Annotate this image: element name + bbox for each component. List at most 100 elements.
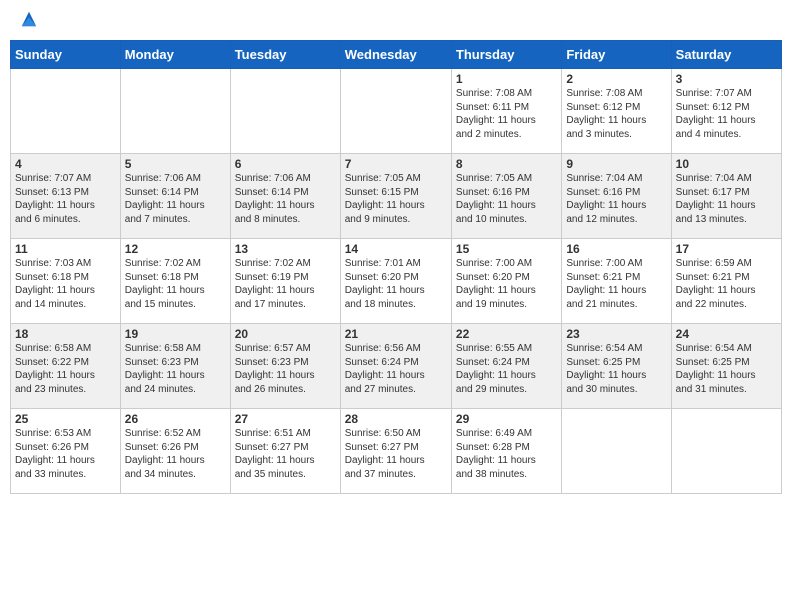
- day-info: Sunrise: 7:02 AM Sunset: 6:19 PM Dayligh…: [235, 257, 336, 311]
- day-number: 26: [125, 412, 226, 426]
- day-number: 17: [676, 242, 777, 256]
- calendar-cell: 14Sunrise: 7:01 AM Sunset: 6:20 PM Dayli…: [340, 239, 451, 324]
- calendar-cell: 16Sunrise: 7:00 AM Sunset: 6:21 PM Dayli…: [562, 239, 671, 324]
- calendar-cell: 23Sunrise: 6:54 AM Sunset: 6:25 PM Dayli…: [562, 324, 671, 409]
- calendar-cell: 28Sunrise: 6:50 AM Sunset: 6:27 PM Dayli…: [340, 409, 451, 494]
- day-info: Sunrise: 7:07 AM Sunset: 6:13 PM Dayligh…: [15, 172, 116, 226]
- week-row-2: 4Sunrise: 7:07 AM Sunset: 6:13 PM Daylig…: [11, 154, 782, 239]
- day-number: 9: [566, 157, 666, 171]
- calendar-cell: 27Sunrise: 6:51 AM Sunset: 6:27 PM Dayli…: [230, 409, 340, 494]
- weekday-header-saturday: Saturday: [671, 41, 781, 69]
- day-info: Sunrise: 6:53 AM Sunset: 6:26 PM Dayligh…: [15, 427, 116, 481]
- calendar-cell: 9Sunrise: 7:04 AM Sunset: 6:16 PM Daylig…: [562, 154, 671, 239]
- calendar-cell: 29Sunrise: 6:49 AM Sunset: 6:28 PM Dayli…: [451, 409, 561, 494]
- weekday-header-wednesday: Wednesday: [340, 41, 451, 69]
- day-number: 29: [456, 412, 557, 426]
- day-info: Sunrise: 6:58 AM Sunset: 6:23 PM Dayligh…: [125, 342, 226, 396]
- day-info: Sunrise: 7:00 AM Sunset: 6:20 PM Dayligh…: [456, 257, 557, 311]
- day-number: 5: [125, 157, 226, 171]
- day-number: 12: [125, 242, 226, 256]
- day-info: Sunrise: 7:08 AM Sunset: 6:12 PM Dayligh…: [566, 87, 666, 141]
- day-info: Sunrise: 7:08 AM Sunset: 6:11 PM Dayligh…: [456, 87, 557, 141]
- day-number: 2: [566, 72, 666, 86]
- day-info: Sunrise: 6:51 AM Sunset: 6:27 PM Dayligh…: [235, 427, 336, 481]
- day-info: Sunrise: 6:49 AM Sunset: 6:28 PM Dayligh…: [456, 427, 557, 481]
- day-info: Sunrise: 7:03 AM Sunset: 6:18 PM Dayligh…: [15, 257, 116, 311]
- day-info: Sunrise: 7:05 AM Sunset: 6:16 PM Dayligh…: [456, 172, 557, 226]
- calendar-cell: 26Sunrise: 6:52 AM Sunset: 6:26 PM Dayli…: [120, 409, 230, 494]
- calendar-cell: 24Sunrise: 6:54 AM Sunset: 6:25 PM Dayli…: [671, 324, 781, 409]
- day-number: 15: [456, 242, 557, 256]
- day-number: 23: [566, 327, 666, 341]
- calendar-cell: [120, 69, 230, 154]
- day-info: Sunrise: 6:55 AM Sunset: 6:24 PM Dayligh…: [456, 342, 557, 396]
- day-info: Sunrise: 6:54 AM Sunset: 6:25 PM Dayligh…: [566, 342, 666, 396]
- calendar-cell: 4Sunrise: 7:07 AM Sunset: 6:13 PM Daylig…: [11, 154, 121, 239]
- day-info: Sunrise: 6:59 AM Sunset: 6:21 PM Dayligh…: [676, 257, 777, 311]
- week-row-5: 25Sunrise: 6:53 AM Sunset: 6:26 PM Dayli…: [11, 409, 782, 494]
- calendar-cell: 10Sunrise: 7:04 AM Sunset: 6:17 PM Dayli…: [671, 154, 781, 239]
- day-number: 16: [566, 242, 666, 256]
- calendar-cell: 12Sunrise: 7:02 AM Sunset: 6:18 PM Dayli…: [120, 239, 230, 324]
- calendar-cell: [671, 409, 781, 494]
- weekday-header-row: SundayMondayTuesdayWednesdayThursdayFrid…: [11, 41, 782, 69]
- day-number: 11: [15, 242, 116, 256]
- calendar-cell: 3Sunrise: 7:07 AM Sunset: 6:12 PM Daylig…: [671, 69, 781, 154]
- day-info: Sunrise: 6:58 AM Sunset: 6:22 PM Dayligh…: [15, 342, 116, 396]
- day-info: Sunrise: 7:06 AM Sunset: 6:14 PM Dayligh…: [235, 172, 336, 226]
- weekday-header-tuesday: Tuesday: [230, 41, 340, 69]
- day-info: Sunrise: 6:50 AM Sunset: 6:27 PM Dayligh…: [345, 427, 447, 481]
- day-info: Sunrise: 6:52 AM Sunset: 6:26 PM Dayligh…: [125, 427, 226, 481]
- calendar-cell: 20Sunrise: 6:57 AM Sunset: 6:23 PM Dayli…: [230, 324, 340, 409]
- header: [10, 10, 782, 32]
- calendar-cell: 8Sunrise: 7:05 AM Sunset: 6:16 PM Daylig…: [451, 154, 561, 239]
- calendar-cell: 17Sunrise: 6:59 AM Sunset: 6:21 PM Dayli…: [671, 239, 781, 324]
- day-number: 13: [235, 242, 336, 256]
- calendar-cell: 19Sunrise: 6:58 AM Sunset: 6:23 PM Dayli…: [120, 324, 230, 409]
- day-number: 1: [456, 72, 557, 86]
- calendar-cell: 25Sunrise: 6:53 AM Sunset: 6:26 PM Dayli…: [11, 409, 121, 494]
- day-number: 19: [125, 327, 226, 341]
- calendar-cell: 15Sunrise: 7:00 AM Sunset: 6:20 PM Dayli…: [451, 239, 561, 324]
- day-info: Sunrise: 7:05 AM Sunset: 6:15 PM Dayligh…: [345, 172, 447, 226]
- day-number: 8: [456, 157, 557, 171]
- calendar-cell: 6Sunrise: 7:06 AM Sunset: 6:14 PM Daylig…: [230, 154, 340, 239]
- week-row-4: 18Sunrise: 6:58 AM Sunset: 6:22 PM Dayli…: [11, 324, 782, 409]
- weekday-header-thursday: Thursday: [451, 41, 561, 69]
- calendar-cell: 7Sunrise: 7:05 AM Sunset: 6:15 PM Daylig…: [340, 154, 451, 239]
- calendar-cell: 22Sunrise: 6:55 AM Sunset: 6:24 PM Dayli…: [451, 324, 561, 409]
- calendar-cell: 2Sunrise: 7:08 AM Sunset: 6:12 PM Daylig…: [562, 69, 671, 154]
- day-info: Sunrise: 6:56 AM Sunset: 6:24 PM Dayligh…: [345, 342, 447, 396]
- day-number: 22: [456, 327, 557, 341]
- day-number: 14: [345, 242, 447, 256]
- calendar-cell: 1Sunrise: 7:08 AM Sunset: 6:11 PM Daylig…: [451, 69, 561, 154]
- day-info: Sunrise: 7:04 AM Sunset: 6:16 PM Dayligh…: [566, 172, 666, 226]
- day-info: Sunrise: 7:07 AM Sunset: 6:12 PM Dayligh…: [676, 87, 777, 141]
- day-number: 10: [676, 157, 777, 171]
- day-info: Sunrise: 7:00 AM Sunset: 6:21 PM Dayligh…: [566, 257, 666, 311]
- day-number: 21: [345, 327, 447, 341]
- week-row-3: 11Sunrise: 7:03 AM Sunset: 6:18 PM Dayli…: [11, 239, 782, 324]
- day-number: 25: [15, 412, 116, 426]
- day-number: 20: [235, 327, 336, 341]
- day-number: 3: [676, 72, 777, 86]
- calendar-cell: [340, 69, 451, 154]
- calendar-cell: 13Sunrise: 7:02 AM Sunset: 6:19 PM Dayli…: [230, 239, 340, 324]
- weekday-header-friday: Friday: [562, 41, 671, 69]
- calendar-cell: [11, 69, 121, 154]
- day-info: Sunrise: 6:57 AM Sunset: 6:23 PM Dayligh…: [235, 342, 336, 396]
- day-number: 28: [345, 412, 447, 426]
- calendar-cell: 18Sunrise: 6:58 AM Sunset: 6:22 PM Dayli…: [11, 324, 121, 409]
- calendar-cell: [562, 409, 671, 494]
- day-number: 7: [345, 157, 447, 171]
- weekday-header-sunday: Sunday: [11, 41, 121, 69]
- day-number: 24: [676, 327, 777, 341]
- calendar-cell: 5Sunrise: 7:06 AM Sunset: 6:14 PM Daylig…: [120, 154, 230, 239]
- day-number: 4: [15, 157, 116, 171]
- day-info: Sunrise: 7:06 AM Sunset: 6:14 PM Dayligh…: [125, 172, 226, 226]
- day-info: Sunrise: 7:04 AM Sunset: 6:17 PM Dayligh…: [676, 172, 777, 226]
- logo-icon: [20, 10, 38, 28]
- weekday-header-monday: Monday: [120, 41, 230, 69]
- day-number: 27: [235, 412, 336, 426]
- day-number: 18: [15, 327, 116, 341]
